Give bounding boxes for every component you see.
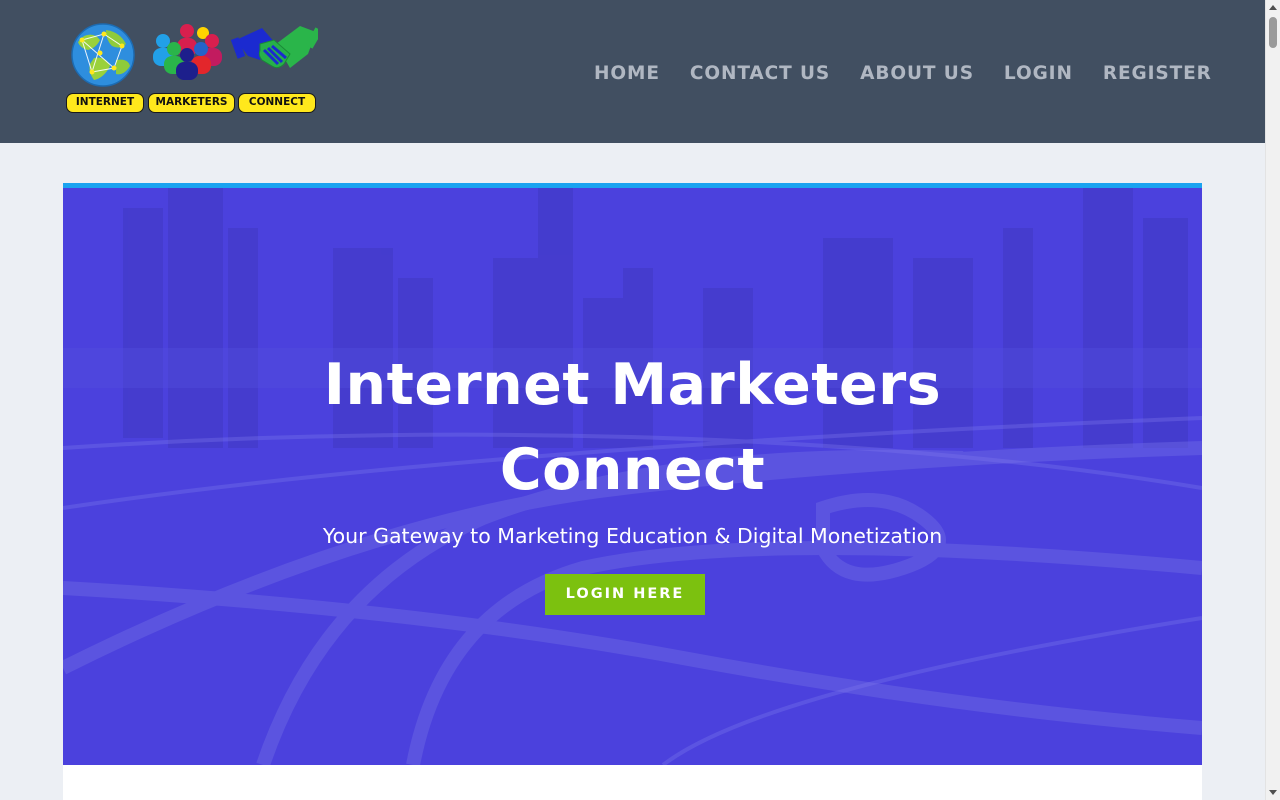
main-nav: HOME CONTACT US ABOUT US LOGIN REGISTER [594, 62, 1212, 86]
nav-login[interactable]: LOGIN [1004, 63, 1073, 84]
hero-title-line-1: Internet Marketers [323, 352, 942, 418]
logo-label-internet: INTERNET [66, 93, 144, 113]
hero-section: Internet Marketers Connect Your Gateway … [63, 183, 1202, 765]
hero-title: Internet Marketers Connect [63, 343, 1202, 513]
page-scrollbar[interactable] [1265, 0, 1280, 800]
logo-label-connect: CONNECT [238, 93, 316, 113]
logo-label-marketers: MARKETERS [148, 93, 235, 113]
scroll-thumb[interactable] [1269, 17, 1277, 48]
nav-about-us[interactable]: ABOUT US [860, 63, 974, 84]
site-logo[interactable]: INTERNET MARKETERS CONNECT [64, 20, 318, 116]
hero-title-line-2: Connect [499, 437, 766, 503]
site-header: INTERNET MARKETERS CONNECT HOME CONTACT … [0, 0, 1265, 143]
nav-home[interactable]: HOME [594, 63, 660, 84]
scroll-down-icon[interactable] [1269, 790, 1277, 795]
nav-register[interactable]: REGISTER [1103, 63, 1212, 84]
hero-subtitle: Your Gateway to Marketing Education & Di… [322, 524, 943, 548]
scroll-up-icon[interactable] [1269, 5, 1277, 10]
nav-contact-us[interactable]: CONTACT US [690, 63, 830, 84]
login-here-button[interactable]: LOGIN HERE [545, 574, 705, 615]
globe-icon [71, 23, 135, 87]
hero-content: Internet Marketers Connect Your Gateway … [63, 188, 1202, 765]
people-group-icon [153, 24, 222, 80]
content-card [63, 765, 1202, 800]
handshake-icon [230, 26, 318, 69]
